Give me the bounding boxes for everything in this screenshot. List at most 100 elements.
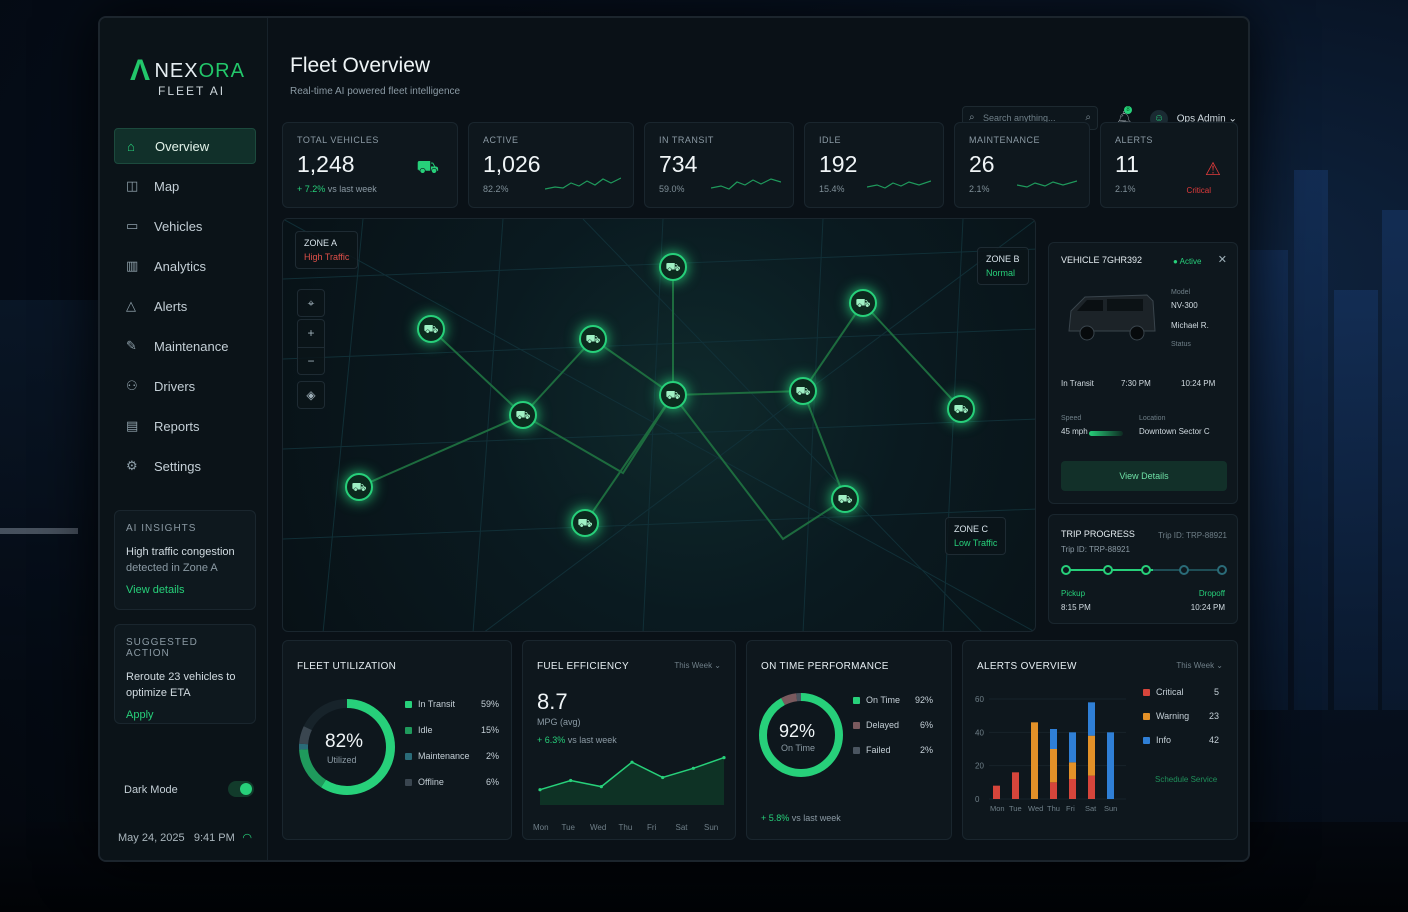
legend-value: 42 [1208,735,1219,745]
page-subtitle: Real-time AI powered fleet intelligence [290,86,461,97]
pickup-label: Pickup [1061,589,1086,598]
sidebar-item-overview[interactable]: ⌂ Overview [114,128,256,164]
vehicle-marker[interactable]: ⛟ [659,253,687,281]
bar-warning [1069,762,1076,779]
speed-key: Speed [1061,415,1082,422]
dashboard-window: Λ NEXORA FLEET AI ⌂ Overview ◫ Map ▭ Vehicles… [98,16,1250,862]
suggested-action-heading: SUGGESTED ACTION [126,637,198,659]
legend-swatch [405,701,412,709]
stat-active[interactable]: ACTIVE 1,026 82.2% [468,122,634,208]
vehicle-marker[interactable]: ⛟ [579,325,607,353]
x-tick-label: Wed [1028,804,1043,813]
maintenance-icon: ✎ [126,338,137,353]
car-icon: ⛟ [515,408,531,422]
sidebar-item-map[interactable]: ◫ Map [114,168,256,204]
legend-swatch [1143,737,1150,745]
view-details-link[interactable]: View details [126,584,244,596]
dark-mode-label: Dark Mode [124,784,178,796]
vehicle-marker[interactable]: ⛟ [417,315,445,343]
legend-item: Info [1143,735,1171,745]
fuel-point [722,755,726,760]
legend-item: Critical [1143,687,1184,697]
sidebar-item-label: Maintenance [154,338,229,354]
sidebar-item-reports[interactable]: ▤ Reports [114,408,256,444]
car-icon: ⛟ [351,480,367,494]
vehicle-marker[interactable]: ⛟ [849,289,877,317]
period-dropdown[interactable]: This Week ⌄ [1176,661,1223,670]
stat-label: ALERTS [1115,135,1153,145]
x-tick-label: Thu [1047,804,1060,813]
card-title: FUEL EFFICIENCY [537,661,629,672]
sidebar: Λ NEXORA FLEET AI ⌂ Overview ◫ Map ▭ Vehicles… [100,18,268,860]
period-dropdown[interactable]: This Week ⌄ [674,661,721,670]
settings-icon: ⚙ [126,458,138,473]
bar-critical [1069,779,1076,799]
fleet-map[interactable]: ⛟ ⛟ ⛟ ⛟ ⛟ ⛟ ⛟ ⛟ ⛟ ⛟ ⛟ ZONE A High Traffic ZONE B Nor… [282,218,1036,632]
vehicle-marker[interactable]: ⛟ [659,381,687,409]
x-tick-label: Tue [1009,804,1022,813]
stat-maintenance[interactable]: MAINTENANCE 26 2.1% [954,122,1090,208]
alerts-overview-card: ALERTS OVERVIEW This Week ⌄ 0 20 40 60 Mon Tu… [962,640,1238,840]
locate-icon[interactable]: ⌖ [297,289,325,317]
close-icon[interactable]: ✕ [1218,253,1227,266]
dark-mode-toggle[interactable] [228,781,254,797]
zone-c-label[interactable]: ZONE C Low Traffic [945,517,1007,555]
fuel-trend: + 6.3% vs last week [537,735,617,745]
schedule-service-link[interactable]: Schedule Service [1155,775,1217,784]
stat-idle[interactable]: IDLE 192 15.4% [804,122,944,208]
brand-subtitle: FLEET AI [158,84,226,98]
legend-value: 59% [480,699,499,709]
vehicle-marker[interactable]: ⛟ [789,377,817,405]
legend-item: On Time [853,695,900,705]
zone-b-label[interactable]: ZONE B Normal [977,247,1029,285]
apply-link[interactable]: Apply [126,709,244,721]
trip-node [1061,565,1071,575]
sidebar-item-analytics[interactable]: ▥ Analytics [114,248,256,284]
legend-item: Idle [405,725,433,735]
bar-warning [1050,749,1057,783]
zoom-in-button[interactable]: + [297,319,325,347]
sidebar-item-alerts[interactable]: △ Alerts [114,288,256,324]
stat-total-vehicles[interactable]: TOTAL VEHICLES 1,248 + 7.2% vs last week… [282,122,458,208]
search-submit-icon[interactable]: ⌕ [1085,112,1091,123]
stat-in-transit[interactable]: IN TRANSIT 734 59.0% [644,122,794,208]
legend-item: Maintenance [405,751,470,761]
sidebar-item-label: Reports [154,418,200,434]
layers-icon[interactable]: ◈ [297,381,325,409]
view-details-button[interactable]: View Details [1061,461,1227,491]
vehicle-marker[interactable]: ⛟ [947,395,975,423]
vehicle-marker[interactable]: ⛟ [571,509,599,537]
on-time-performance-card: ON TIME PERFORMANCE 92% On Time On Time 9… [746,640,952,840]
sidebar-item-settings[interactable]: ⚙ Settings [114,448,256,484]
brand-logo[interactable]: Λ NEXORA FLEET AI [130,54,245,98]
legend-swatch [853,722,860,730]
x-tick-label: Tue [561,823,576,832]
sparkline [711,178,781,190]
vehicle-marker[interactable]: ⛟ [345,473,373,501]
car-icon: ⛟ [665,260,681,274]
sidebar-item-maintenance[interactable]: ✎ Maintenance [114,328,256,364]
zoom-out-button[interactable]: − [297,347,325,375]
critical-label: Critical [1186,186,1211,195]
car-icon: ⛟ [423,322,439,336]
sidebar-item-label: Alerts [154,298,188,314]
donut-center-label: Utilized [327,755,357,765]
vehicle-marker[interactable]: ⛟ [509,401,537,429]
bar-critical [1088,775,1095,799]
ai-insights-heading: AI INSIGHTS [126,523,197,534]
dropoff-label: Dropoff [1198,589,1225,598]
fuel-point [599,785,603,789]
suggested-action-card: SUGGESTED ACTION Reroute 23 vehicles to … [114,624,256,724]
stat-alerts[interactable]: ALERTS 11 2.1% ⚠ Critical [1100,122,1238,208]
fleet-utilization-card: FLEET UTILIZATION 82% Utilized In Transi… [282,640,512,840]
sidebar-item-drivers[interactable]: ⚇ Drivers [114,368,256,404]
sidebar-item-vehicles[interactable]: ▭ Vehicles [114,208,256,244]
car-icon: ⛟ [577,516,593,530]
dropoff-time: 10:24 PM [1190,603,1225,612]
vehicle-marker[interactable]: ⛟ [831,485,859,513]
legend-item: Offline [405,777,444,787]
bar-info [1088,702,1095,736]
x-tick-label: Mon [533,823,549,832]
zone-a-label[interactable]: ZONE A High Traffic [295,231,359,269]
x-tick-label: Sat [675,823,688,832]
